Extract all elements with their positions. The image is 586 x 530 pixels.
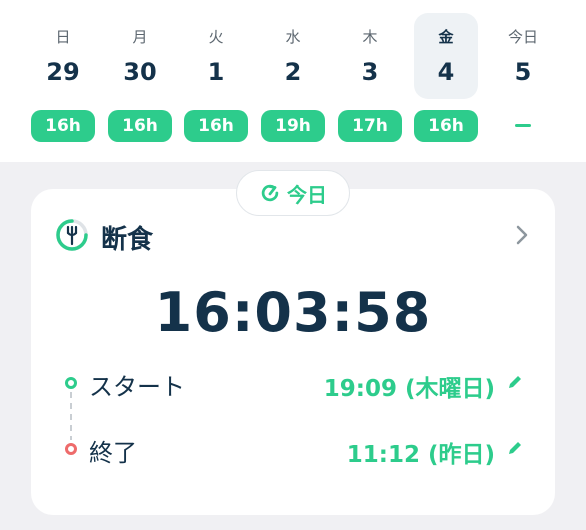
pencil-icon[interactable] — [506, 373, 524, 391]
day-column-today[interactable]: 今日 5 — [491, 0, 555, 150]
start-time-value[interactable]: 19:09 (木曜日) — [324, 369, 495, 403]
fasting-hours-badge: 16h — [184, 110, 248, 142]
date-number: 2 — [284, 58, 302, 86]
weekday-label: 月 — [132, 28, 148, 46]
day-column[interactable]: 月 30 16h — [108, 0, 172, 150]
day-column[interactable]: 日 29 16h — [31, 0, 95, 150]
pencil-icon[interactable] — [506, 439, 524, 457]
weekday-label: 火 — [208, 28, 224, 46]
today-button-label: 今日 — [287, 182, 327, 207]
day-column[interactable]: 火 1 16h — [184, 0, 248, 150]
day-column[interactable]: 水 2 19h — [261, 0, 325, 150]
today-button[interactable]: 今日 — [236, 170, 350, 216]
weekday-label: 木 — [362, 28, 378, 46]
chevron-right-icon[interactable] — [515, 225, 529, 245]
date-number: 3 — [361, 58, 379, 86]
end-time-value[interactable]: 11:12 (昨日) — [347, 435, 495, 469]
fasting-hours-badge: 16h — [108, 110, 172, 142]
date-number: 4 — [437, 58, 455, 86]
date-number: 29 — [46, 58, 80, 86]
date-number: 5 — [514, 58, 532, 86]
date-number: 30 — [123, 58, 157, 86]
card-title: 断食 — [101, 225, 154, 255]
weekday-label: 水 — [285, 28, 301, 46]
day-column[interactable]: 木 3 17h — [338, 0, 402, 150]
start-marker — [65, 377, 77, 389]
weekday-label: 日 — [55, 28, 71, 46]
end-marker — [65, 443, 77, 455]
elapsed-timer: 16:03:58 — [154, 281, 432, 344]
fasting-hours-badge: 17h — [338, 110, 402, 142]
weekday-label: 今日 — [507, 28, 538, 46]
date-number: 1 — [207, 58, 225, 86]
refresh-icon — [261, 184, 279, 202]
day-column-selected[interactable]: 金 4 16h — [414, 0, 478, 150]
timeline-connector — [70, 392, 72, 440]
fasting-card[interactable]: 断食 16:03:58 スタート 19:09 (木曜日) 終了 11:12 (昨… — [31, 189, 555, 515]
weekday-label: 金 — [438, 28, 454, 46]
fasting-hours-badge: 16h — [31, 110, 95, 142]
fasting-hours-badge: 16h — [414, 110, 478, 142]
week-strip: 日 29 16h 月 30 16h 火 1 16h 水 2 19h 木 3 17… — [0, 0, 586, 162]
end-label: 終了 — [89, 439, 137, 467]
fasting-hours-badge: 19h — [261, 110, 325, 142]
fork-progress-icon — [56, 219, 88, 251]
start-label: スタート — [89, 373, 185, 401]
no-data-dash — [515, 124, 531, 127]
